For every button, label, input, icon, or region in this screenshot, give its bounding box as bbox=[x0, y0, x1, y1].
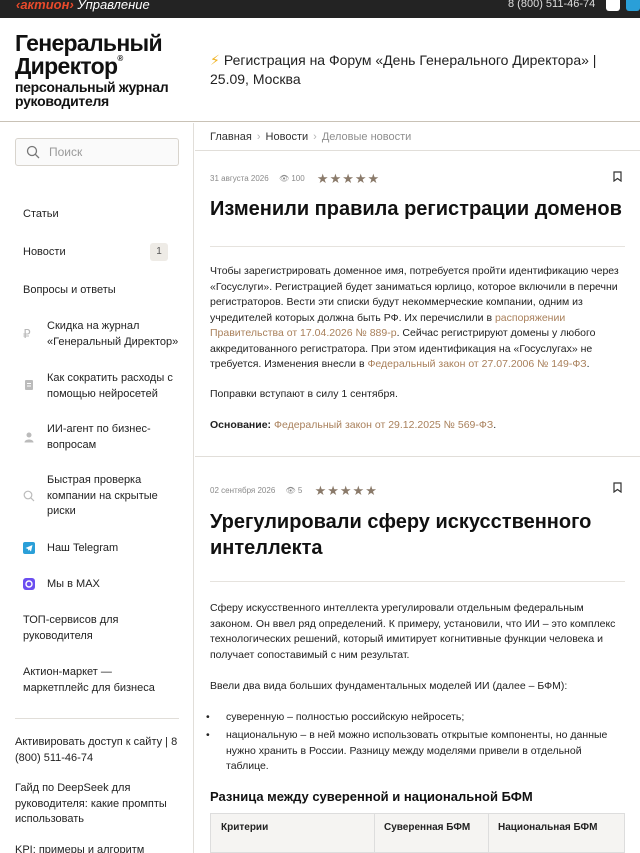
social-icon[interactable] bbox=[606, 0, 620, 11]
view-count: 5 bbox=[297, 486, 303, 495]
table-header-criteria: Критерии bbox=[221, 822, 269, 833]
breadcrumb-divider bbox=[195, 150, 640, 151]
document-icon bbox=[25, 380, 33, 390]
article-basis: Основание: Федеральный закон от 29.12.20… bbox=[210, 419, 497, 431]
list-item: • суверенную – полностью российскую нейро… bbox=[206, 711, 465, 723]
person-icon bbox=[24, 432, 34, 443]
search-placeholder: Поиск bbox=[49, 145, 83, 159]
sidebar-item-company-check[interactable]: Быстрая проверка компании на скрытые рис… bbox=[47, 473, 179, 520]
comparison-table-header: Критерии Суверенная БФМ Национальная БФМ bbox=[210, 813, 625, 853]
deepseek-guide-link[interactable]: Гайд по DeepSeek для руководителя: какие… bbox=[15, 781, 180, 828]
article-paragraph: Чтобы зарегистрировать доменное имя, пот… bbox=[210, 265, 619, 370]
lightning-icon: ⚡ bbox=[210, 52, 220, 68]
ruble-icon: ₽ bbox=[23, 327, 31, 341]
sidebar-item-ai-agent[interactable]: ИИ-агент по бизнес-вопросам bbox=[47, 422, 179, 453]
article-divider bbox=[210, 246, 625, 247]
rating-stars[interactable]: ★★★★★ bbox=[315, 483, 378, 498]
max-icon bbox=[23, 578, 35, 590]
article-paragraph: Ввели два вида больших фундаментальных м… bbox=[210, 680, 568, 692]
telegram-icon[interactable] bbox=[626, 0, 640, 11]
sidebar: Поиск Статьи Новости 1 Вопросы и ответы … bbox=[0, 123, 194, 853]
news-count-badge: 1 bbox=[150, 243, 168, 261]
eye-icon: 👁 bbox=[285, 486, 296, 495]
activate-access-link[interactable]: Активировать доступ к сайту | 8 (800) 51… bbox=[15, 735, 180, 766]
chevron-right-icon: › bbox=[256, 131, 261, 143]
breadcrumb-home[interactable]: Главная bbox=[210, 131, 252, 143]
kpi-link[interactable]: KPI: примеры и алгоритм bbox=[15, 843, 180, 853]
eye-icon: 👁 bbox=[278, 174, 290, 183]
table-header-sovereign: Суверенная БФМ bbox=[384, 822, 471, 833]
sidebar-item-ai-costs[interactable]: Как сократить расходы с помощью нейросет… bbox=[47, 371, 179, 402]
article-paragraph: Сферу искусственного интеллекта урегулир… bbox=[210, 602, 616, 661]
sidebar-item-news[interactable]: Новости bbox=[23, 245, 66, 261]
article-divider bbox=[210, 581, 625, 582]
article-title[interactable]: Изменили правила регистрации доменов bbox=[210, 196, 625, 222]
table-header-national: Национальная БФМ bbox=[498, 822, 598, 833]
search-input[interactable]: Поиск bbox=[15, 138, 179, 166]
federal-law-569-link[interactable]: Федеральный закон от 29.12.2025 № 569-ФЗ bbox=[274, 419, 493, 431]
phone-number[interactable]: 8 (800) 511-46-74 bbox=[508, 0, 595, 10]
federal-law-149-link[interactable]: Федеральный закон от 27.07.2006 № 149-ФЗ bbox=[367, 358, 586, 370]
list-item: • национальную – в ней можно использовать… bbox=[206, 729, 608, 772]
view-count: 100 bbox=[291, 174, 305, 183]
sidebar-item-max[interactable]: Мы в MAX bbox=[47, 577, 179, 593]
article-paragraph: Поправки вступают в силу 1 сентября. bbox=[210, 388, 398, 400]
site-logo[interactable]: Генеральный Директор® персональный журна… bbox=[15, 32, 169, 109]
sidebar-item-aktion-market[interactable]: Актион-маркет — маркетплейс для бизнеса bbox=[23, 665, 178, 696]
bookmark-icon[interactable] bbox=[613, 482, 622, 493]
article-date: 02 сентября 2026 bbox=[210, 486, 276, 495]
bookmark-icon[interactable] bbox=[613, 171, 622, 182]
aktion-brand-logo[interactable]: ‹актион› Управление bbox=[16, 0, 150, 12]
article-date: 31 августа 2026 bbox=[210, 174, 269, 183]
rating-stars[interactable]: ★★★★★ bbox=[317, 171, 380, 186]
telegram-icon bbox=[23, 542, 35, 554]
sidebar-item-top-services[interactable]: ТОП-сервисов для руководителя bbox=[23, 613, 178, 644]
site-header: Генеральный Директор® персональный журна… bbox=[0, 18, 640, 122]
search-icon bbox=[23, 490, 35, 502]
main-content: Главная › Новости › Деловые новости 31 авгус… bbox=[195, 123, 640, 853]
article-title[interactable]: Урегулировали сферу искусственного интел… bbox=[210, 509, 625, 561]
article-separator bbox=[195, 456, 640, 457]
sidebar-item-discount[interactable]: Скидка на журнал «Генеральный Директор» bbox=[47, 319, 179, 350]
sidebar-item-telegram[interactable]: Наш Telegram bbox=[47, 541, 179, 557]
sidebar-item-qa[interactable]: Вопросы и ответы bbox=[23, 283, 116, 299]
search-icon bbox=[26, 145, 40, 159]
article-meta: 31 августа 2026 👁 100 ★★★★★ bbox=[210, 171, 380, 187]
top-bar: ‹актион› Управление 8 (800) 511-46-74 bbox=[0, 0, 640, 18]
forum-promo-link[interactable]: ⚡ Регистрация на Форум «День Генерального… bbox=[210, 51, 610, 89]
sidebar-divider bbox=[15, 718, 179, 719]
chevron-right-icon: › bbox=[313, 131, 317, 143]
sidebar-item-articles[interactable]: Статьи bbox=[23, 207, 59, 223]
breadcrumb: Главная › Новости › Деловые новости bbox=[210, 131, 411, 143]
breadcrumb-news[interactable]: Новости bbox=[266, 131, 309, 143]
section-subheading: Разница между суверенной и национальной … bbox=[210, 789, 533, 804]
breadcrumb-current: Деловые новости bbox=[321, 131, 412, 143]
article-meta: 02 сентября 2026 👁 5 ★★★★★ bbox=[210, 483, 378, 499]
